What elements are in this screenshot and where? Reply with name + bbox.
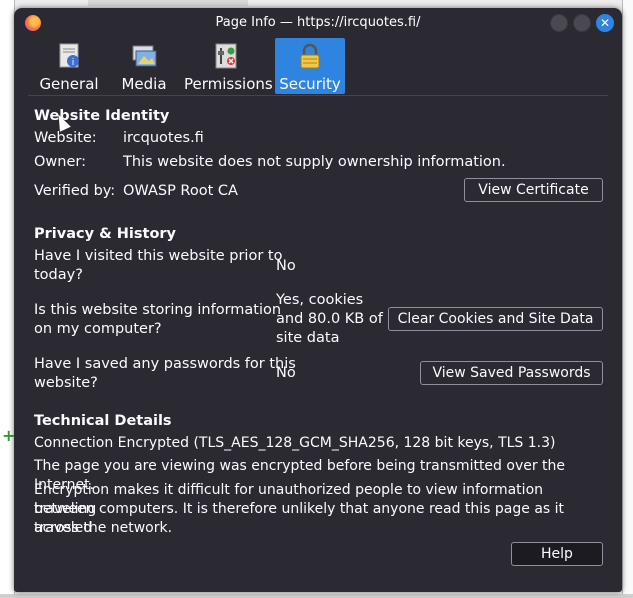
tab-permissions[interactable]: Permissions [184,38,273,94]
background-page-top [88,0,248,6]
tab-media[interactable]: Media [118,38,170,94]
verified-by-label: Verified by: [34,183,116,199]
minimize-button[interactable] [550,14,568,32]
info-document-icon: i [59,43,79,68]
media-icon [132,45,157,67]
passwords-question-line2: website? [34,375,98,391]
svg-text:i: i [72,58,75,68]
tab-media-label: Media [121,75,167,93]
clear-cookies-button[interactable]: Clear Cookies and Site Data [388,307,603,331]
passwords-question-line1: Have I saved any passwords for this [34,356,296,372]
tab-general[interactable]: i General [34,38,104,94]
view-saved-passwords-button[interactable]: View Saved Passwords [420,361,603,385]
window-title: Page Info — https://ircquotes.fi/ [215,15,421,30]
maximize-button[interactable] [573,14,591,32]
storing-question-line2: on my computer? [34,321,162,337]
permissions-icon [215,43,237,69]
owner-value: This website does not supply ownership i… [123,154,506,170]
website-value: ircquotes.fi [123,130,204,146]
passwords-answer: No [276,365,296,381]
storing-answer-line3: site data [276,330,340,346]
technical-details-heading: Technical Details [34,413,172,429]
close-icon: ✕ [599,16,611,30]
encryption-explanation-line3: across the network. [34,520,173,536]
tab-security[interactable]: Security [275,38,345,94]
visited-question-line2: today? [34,267,83,283]
visited-answer: No [276,258,296,274]
tab-general-label: General [39,75,99,93]
help-button[interactable]: Help [511,542,603,566]
background-page-left [0,0,15,598]
background-page-right [622,0,633,598]
storing-answer-line1: Yes, cookies [276,292,364,308]
website-label: Website: [34,130,97,146]
verified-by-value: OWASP Root CA [123,183,238,199]
owner-label: Owner: [34,154,86,170]
storing-question-line1: Is this website storing information [34,302,282,318]
visited-question-line1: Have I visited this website prior to [34,248,283,264]
tab-permissions-label: Permissions [184,75,273,93]
storing-answer-line2: and 80.0 KB of [276,311,383,327]
connection-details: Connection Encrypted (TLS_AES_128_GCM_SH… [34,435,556,451]
lock-icon [300,43,320,69]
tab-divider [28,95,608,96]
background-page-bottom [0,594,633,598]
page-info-dialog: Page Info — https://ircquotes.fi/ ✕ i Ge… [14,8,622,592]
tab-security-label: Security [279,75,341,93]
close-button[interactable]: ✕ [596,14,614,32]
privacy-history-heading: Privacy & History [34,226,177,242]
title-bar[interactable]: Page Info — https://ircquotes.fi/ ✕ [14,8,622,38]
view-certificate-button[interactable]: View Certificate [464,178,603,202]
